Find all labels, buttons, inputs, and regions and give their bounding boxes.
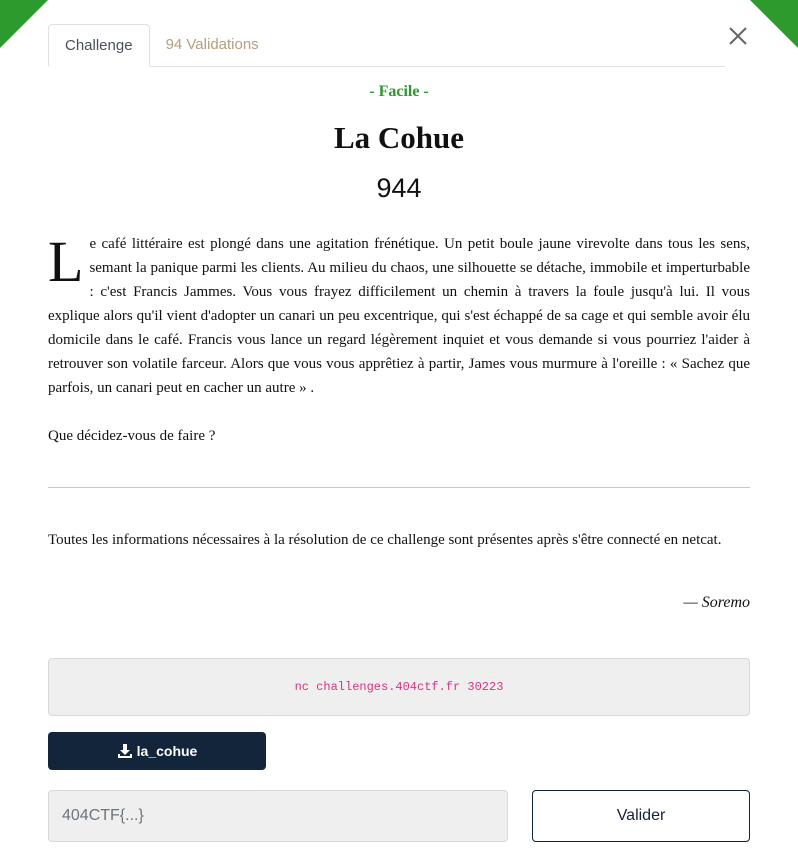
flag-input[interactable]	[48, 790, 508, 842]
submit-button[interactable]: Valider	[532, 790, 750, 842]
challenge-points: 944	[376, 173, 422, 203]
challenge-title: La Cohue	[333, 120, 465, 155]
modal-tabs: Challenge 94 Validations	[48, 24, 725, 67]
divider	[48, 487, 750, 488]
challenge-question: Que décidez-vous de faire ?	[48, 428, 216, 444]
drop-cap: L	[48, 229, 84, 294]
corner-ribbon-right	[750, 0, 798, 48]
download-label: la_cohue	[136, 743, 198, 759]
tab-challenge[interactable]: Challenge	[48, 24, 150, 67]
challenge-description: Le café littéraire est plongé dans une a…	[48, 232, 750, 400]
connection-command[interactable]: nc challenges.404ctf.fr 30223	[295, 680, 504, 694]
challenge-author: — Soremo	[683, 594, 750, 611]
difficulty-label: - Facile -	[369, 83, 429, 100]
download-button[interactable]: la_cohue	[48, 732, 266, 770]
close-button[interactable]	[727, 25, 749, 47]
close-icon	[729, 27, 747, 45]
tab-validations[interactable]: 94 Validations	[150, 24, 275, 66]
description-text: e café littéraire est plongé dans une ag…	[48, 236, 750, 396]
download-icon	[117, 744, 132, 758]
challenge-info: Toutes les informations nécessaires à la…	[48, 532, 722, 548]
connection-command-box[interactable]: nc challenges.404ctf.fr 30223	[48, 658, 750, 716]
corner-ribbon-left	[0, 0, 48, 48]
